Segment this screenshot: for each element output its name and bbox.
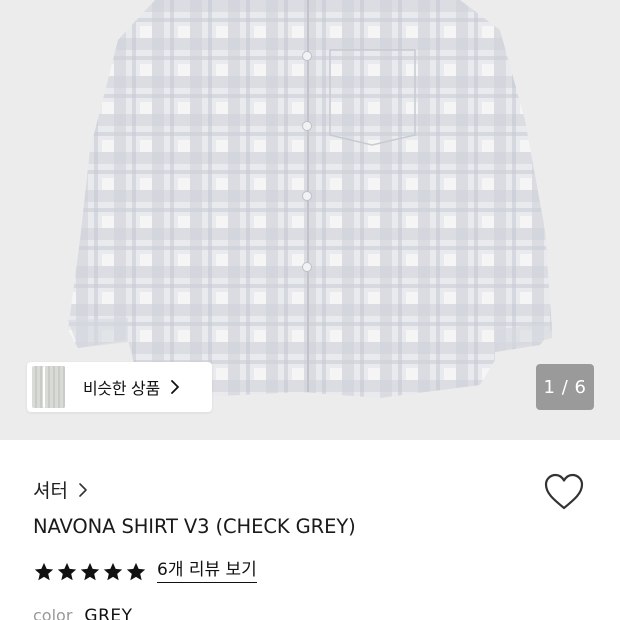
product-title: NAVONA SHIRT V3 (CHECK GREY) [33,515,356,538]
brand-link[interactable]: 셔터 [33,476,88,503]
view-reviews-link[interactable]: 6개 리뷰 보기 [157,560,257,583]
rating-row: 6개 리뷰 보기 [33,560,257,583]
chevron-right-icon [79,482,87,497]
rating-stars [33,561,147,583]
image-page-counter: 1 / 6 [536,364,594,410]
star-icon [57,562,77,580]
similar-products-button[interactable]: 비슷한 상품 [27,362,212,412]
star-icon [103,562,123,580]
color-label: color [33,606,73,620]
star-icon [80,562,100,580]
similar-products-thumbnails [29,362,65,412]
star-icon [126,562,146,580]
similar-thumbnail [43,366,65,408]
similar-products-label: 비슷한 상품 [83,379,160,398]
color-value: GREY [84,606,133,620]
brand-name: 셔터 [33,480,68,502]
product-image-gallery[interactable]: 비슷한 상품 1 / 6 [0,0,620,440]
chevron-right-icon [170,380,179,394]
color-option-row: color GREY [33,606,133,620]
star-icon [34,562,54,580]
heart-icon[interactable] [543,472,585,512]
